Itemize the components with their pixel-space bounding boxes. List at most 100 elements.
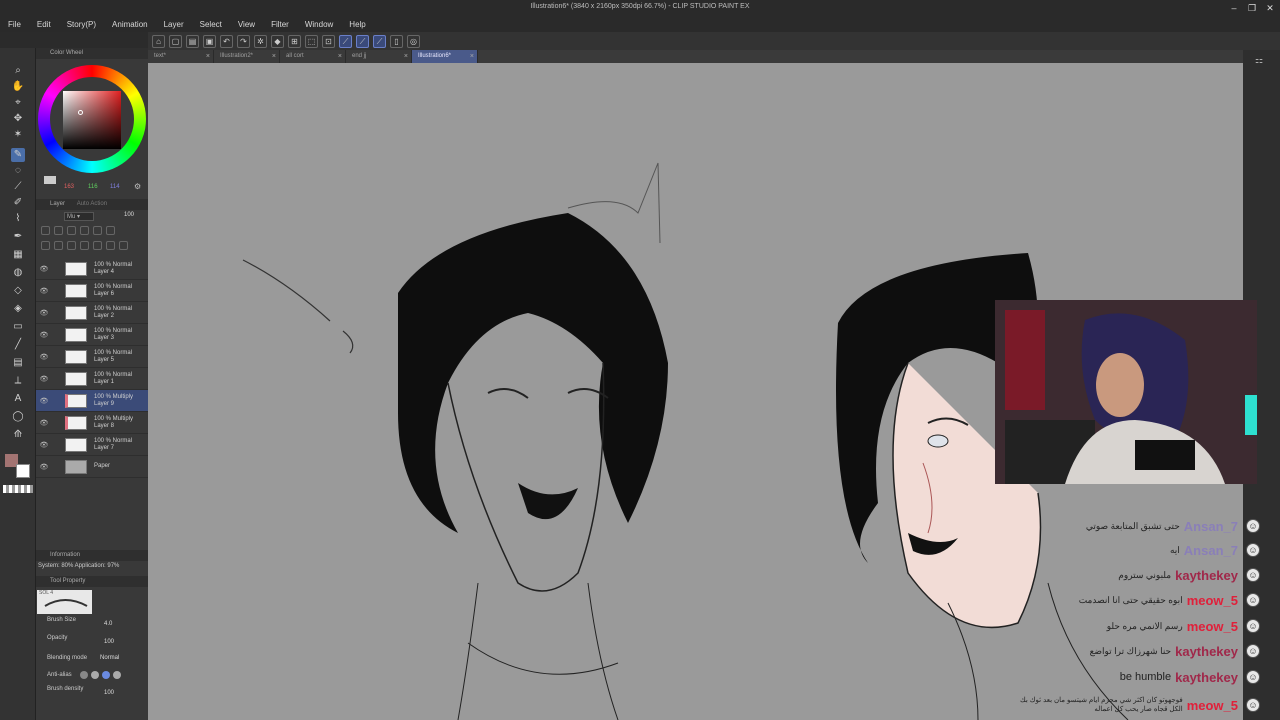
tab-close-icon[interactable]: ×	[470, 50, 474, 63]
layer-row[interactable]: 👁 100 % Multiply Layer 8	[36, 412, 148, 434]
selection-icon[interactable]: ⬚	[305, 34, 318, 48]
color-mode-icon[interactable]	[44, 176, 56, 184]
eye-icon[interactable]: 👁	[39, 309, 49, 317]
eye-icon[interactable]: 👁	[39, 463, 49, 471]
maximize-icon[interactable]: ❐	[1246, 3, 1258, 13]
grid-snap-icon[interactable]: ⟋	[373, 34, 386, 48]
opacity-value[interactable]: 100	[104, 639, 114, 645]
menu-file[interactable]: File	[0, 20, 29, 29]
save-icon[interactable]: ▣	[203, 34, 216, 48]
layer-row[interactable]: 👁 100 % Normal Layer 4	[36, 258, 148, 280]
new-file-icon[interactable]: ▢	[169, 34, 182, 48]
new-raster-layer-icon[interactable]	[41, 241, 50, 250]
layer-row-paper[interactable]: 👁 Paper	[36, 456, 148, 478]
ruler-layer-icon[interactable]	[106, 226, 115, 235]
menu-filter[interactable]: Filter	[263, 20, 297, 29]
blending-mode-select[interactable]: Normal	[100, 655, 119, 661]
tab-all-cort[interactable]: all cort ×	[280, 50, 346, 63]
eye-icon[interactable]: 👁	[39, 353, 49, 361]
menu-window[interactable]: Window	[297, 20, 341, 29]
eyedropper-icon[interactable]: ⟋	[11, 180, 25, 194]
draft-icon[interactable]	[80, 226, 89, 235]
pen-icon[interactable]: ✎	[11, 148, 25, 162]
brush-icon[interactable]: ⌇	[11, 212, 25, 226]
antialias-strong[interactable]	[113, 671, 121, 679]
menu-help[interactable]: Help	[341, 20, 373, 29]
color-settings-icon[interactable]: ⚙	[134, 182, 141, 191]
minimize-icon[interactable]: –	[1228, 3, 1240, 13]
fill-bucket-icon[interactable]: ◈	[11, 302, 25, 316]
menu-animation[interactable]: Animation	[104, 20, 156, 29]
new-vector-layer-icon[interactable]	[54, 241, 63, 250]
open-icon[interactable]: ▤	[186, 34, 199, 48]
eraser-icon[interactable]: ◇	[11, 284, 25, 298]
antialias-medium[interactable]	[102, 671, 110, 679]
figure-icon[interactable]: ╱	[11, 338, 25, 352]
delete-layer-icon[interactable]	[119, 241, 128, 250]
tab-end-jj[interactable]: end jj ×	[346, 50, 412, 63]
eye-icon[interactable]: 👁	[39, 331, 49, 339]
eye-icon[interactable]: 👁	[39, 397, 49, 405]
ruler-snap-icon[interactable]: ⟋	[339, 34, 352, 48]
settings-icon[interactable]: ✲	[254, 34, 267, 48]
close-icon[interactable]: ✕	[1264, 3, 1276, 13]
operation-icon[interactable]: ⌖	[11, 96, 25, 110]
menu-layer[interactable]: Layer	[156, 20, 192, 29]
mask-icon[interactable]	[93, 226, 102, 235]
eye-icon[interactable]: 👁	[39, 419, 49, 427]
layer-row-selected[interactable]: 👁 100 % Multiply Layer 9	[36, 390, 148, 412]
layer-mask-icon[interactable]	[106, 241, 115, 250]
eye-icon[interactable]: 👁	[39, 441, 49, 449]
hand-icon[interactable]: ✋	[11, 80, 25, 94]
zoom-icon[interactable]: ⌕	[11, 64, 25, 78]
blend-icon[interactable]: ◍	[11, 266, 25, 280]
frame-icon[interactable]: ▤	[11, 356, 25, 370]
clip-icon[interactable]	[54, 226, 63, 235]
transfer-down-icon[interactable]	[80, 241, 89, 250]
redo-icon[interactable]: ↷	[237, 34, 250, 48]
layer-row[interactable]: 👁 100 % Normal Layer 3	[36, 324, 148, 346]
sub-color-swatch[interactable]	[16, 464, 30, 478]
transparent-color-swatch[interactable]	[3, 485, 33, 493]
menu-select[interactable]: Select	[192, 20, 230, 29]
clear-icon[interactable]: ⊡	[322, 34, 335, 48]
auto-action-tab[interactable]: Auto Action	[77, 201, 107, 207]
panel-menu-icon[interactable]: ⚏	[1255, 55, 1263, 66]
layer-row[interactable]: 👁 100 % Normal Layer 2	[36, 302, 148, 324]
eye-icon[interactable]: 👁	[39, 287, 49, 295]
tab-illustration2[interactable]: Illustration2* ×	[214, 50, 280, 63]
fill-icon[interactable]: ◆	[271, 34, 284, 48]
lasso-icon[interactable]: ◌	[11, 164, 25, 178]
airbrush-icon[interactable]: ✒	[11, 230, 25, 244]
home-icon[interactable]: ⌂	[152, 34, 165, 48]
antialias-none[interactable]	[80, 671, 88, 679]
tab-close-icon[interactable]: ×	[206, 50, 210, 63]
saturation-value-box[interactable]	[63, 91, 121, 149]
special-ruler-snap-icon[interactable]: ⟋	[356, 34, 369, 48]
merge-icon[interactable]	[93, 241, 102, 250]
tab-illustration6[interactable]: Illustration6* ×	[412, 50, 478, 63]
brush-density-value[interactable]: 100	[104, 690, 114, 696]
layer-tab[interactable]: Layer	[50, 201, 65, 207]
transform-icon[interactable]: ⊞	[288, 34, 301, 48]
tab-close-icon[interactable]: ×	[338, 50, 342, 63]
text-icon[interactable]: A	[11, 392, 25, 406]
decoration-icon[interactable]: ▦	[11, 248, 25, 262]
layer-row[interactable]: 👁 100 % Normal Layer 1	[36, 368, 148, 390]
eye-icon[interactable]: 👁	[39, 265, 49, 273]
tab-close-icon[interactable]: ×	[272, 50, 276, 63]
tab-text[interactable]: text* ×	[148, 50, 214, 63]
layer-row[interactable]: 👁 100 % Normal Layer 7	[36, 434, 148, 456]
balloon-icon[interactable]: ◯	[11, 410, 25, 424]
tablet-icon[interactable]: ▯	[390, 34, 403, 48]
antialias-weak[interactable]	[91, 671, 99, 679]
pencil-icon[interactable]: ✐	[11, 196, 25, 210]
undo-icon[interactable]: ↶	[220, 34, 233, 48]
new-folder-icon[interactable]	[67, 241, 76, 250]
eye-icon[interactable]: 👁	[39, 375, 49, 383]
assets-icon[interactable]: ◎	[407, 34, 420, 48]
layer-row[interactable]: 👁 100 % Normal Layer 6	[36, 280, 148, 302]
gradient-icon[interactable]: ▭	[11, 320, 25, 334]
menu-view[interactable]: View	[230, 20, 263, 29]
menu-story[interactable]: Story(P)	[59, 20, 104, 29]
